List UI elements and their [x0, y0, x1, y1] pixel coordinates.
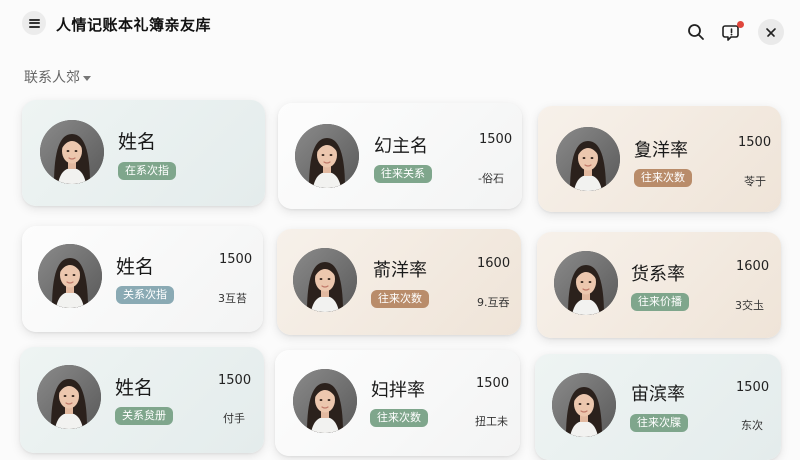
gift-amount: 1600 — [736, 259, 770, 274]
avatar — [293, 248, 357, 312]
gift-amount: 1500 — [736, 380, 770, 395]
contact-note: 9.互吞 — [477, 296, 510, 309]
contact-card[interactable]: 姓名 在系次指 — [22, 100, 265, 206]
top-bar: 人情记账本礼簿亲友库 — [0, 0, 800, 54]
contact-note: 3交圡 — [735, 299, 764, 312]
contact-name: 货系率 — [631, 264, 685, 285]
hamburger-icon — [28, 18, 40, 28]
message-button[interactable] — [720, 20, 744, 44]
contact-name: 夐洋率 — [634, 140, 688, 161]
contact-name: 妇拌率 — [371, 380, 425, 401]
close-icon — [766, 28, 776, 37]
relationship-tag: 往来次数 — [634, 169, 692, 187]
relationship-tag: 往来次数 — [370, 409, 428, 427]
contact-card[interactable]: 姓名 关系炱册 1500 付手 — [20, 347, 264, 453]
contact-note: 付手 — [223, 412, 245, 425]
avatar — [40, 120, 104, 184]
app-title: 人情记账本礼簿亲友库 — [56, 16, 212, 34]
search-icon — [688, 24, 704, 40]
contact-card[interactable]: 夐洋率 往来次数 1500 苓于 — [538, 106, 781, 212]
contact-note: -俗石 — [478, 172, 504, 185]
relationship-tag: 往来关系 — [374, 165, 432, 183]
avatar — [556, 127, 620, 191]
avatar — [293, 369, 357, 433]
contact-name: 宙滨率 — [631, 384, 685, 405]
avatar — [295, 124, 359, 188]
relationship-tag: 关系炱册 — [115, 407, 173, 425]
contact-name: 姓名 — [116, 256, 155, 278]
contact-name: 萮洋率 — [373, 260, 427, 281]
relationship-tag: 关系次指 — [116, 286, 174, 304]
contact-card[interactable]: 宙滨率 往来次牒 1500 东次 — [535, 354, 781, 460]
avatar — [552, 373, 616, 437]
contact-name: 姓名 — [118, 131, 157, 153]
menu-button[interactable] — [22, 11, 46, 35]
relationship-tag: 往来次数 — [371, 290, 429, 308]
gift-amount: 1500 — [479, 132, 513, 147]
avatar — [38, 244, 102, 308]
gift-amount: 1500 — [218, 373, 252, 388]
gift-amount: 1500 — [738, 135, 772, 150]
relationship-tag: 往来价播 — [631, 293, 689, 311]
close-button[interactable] — [758, 19, 784, 45]
contact-note: 东次 — [741, 419, 763, 432]
contact-card[interactable]: 姓名 关系次指 1500 3互苔 — [22, 226, 263, 332]
contact-note: 扭工未 — [475, 415, 508, 428]
contacts-section-dropdown[interactable]: 联系人郊 — [24, 67, 91, 87]
contact-note: 苓于 — [744, 175, 766, 188]
contact-card[interactable]: 货系率 往来价播 1600 3交圡 — [537, 232, 781, 338]
contact-note: 3互苔 — [218, 292, 247, 305]
relationship-tag: 在系次指 — [118, 162, 176, 180]
avatar — [37, 365, 101, 429]
gift-amount: 1600 — [477, 256, 511, 271]
contact-name: 幻主名 — [374, 136, 428, 157]
gift-amount: 1500 — [219, 252, 253, 267]
contact-name: 姓名 — [115, 377, 154, 399]
contact-card[interactable]: 萮洋率 往来次数 1600 9.互吞 — [277, 229, 521, 335]
relationship-tag: 往来次牒 — [630, 414, 688, 432]
caret-down-icon — [83, 75, 91, 81]
section-label: 联系人郊 — [24, 70, 80, 86]
search-button[interactable] — [684, 20, 708, 44]
contact-card[interactable]: 妇拌率 往来次数 1500 扭工未 — [275, 350, 520, 456]
notification-dot — [737, 21, 744, 28]
gift-amount: 1500 — [476, 376, 510, 391]
avatar — [554, 251, 618, 315]
contact-card[interactable]: 幻主名 往来关系 1500 -俗石 — [278, 103, 522, 209]
